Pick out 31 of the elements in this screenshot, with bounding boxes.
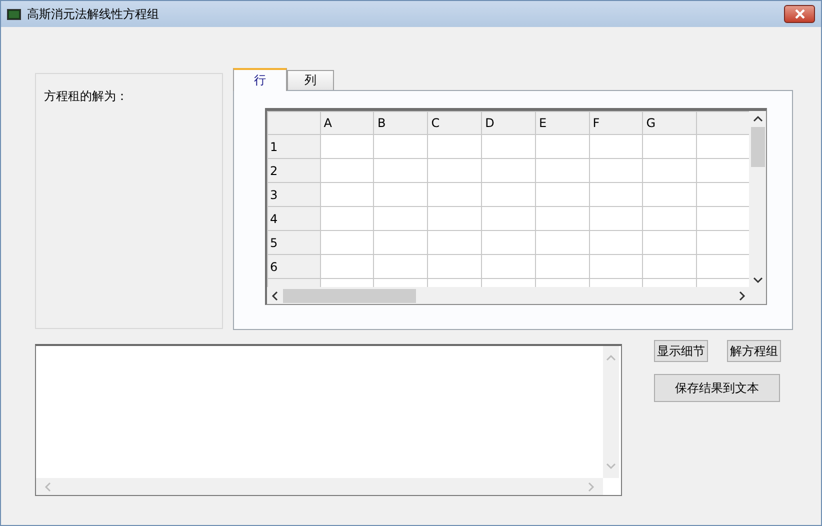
column-header: G [642,112,697,134]
row-header: 5 [268,230,320,254]
close-icon [794,9,806,19]
column-header: A [320,112,374,134]
window-title: 高斯消元法解线性方程组 [27,6,160,22]
data-grid[interactable]: A B C D E F G 1 2 3 4 5 6 [265,108,767,305]
tab[interactable]: 列 [287,70,334,90]
action-button[interactable]: 解方程组 [727,340,781,362]
row-header: 4 [268,206,320,230]
column-header: D [482,112,536,134]
scroll-thumb[interactable] [283,288,416,302]
column-header [696,112,750,134]
row-header: 1 [268,134,320,158]
output-text-area[interactable] [35,344,622,496]
column-header: B [374,112,428,134]
action-button[interactable]: 保存结果到文本 [654,374,780,402]
scroll-thumb[interactable] [750,127,764,167]
row-header: 6 [268,254,320,278]
vertical-scrollbar[interactable] [749,111,766,288]
tab[interactable]: 行 [233,68,287,91]
action-button[interactable]: 显示细节 [654,340,708,362]
column-header: C [428,112,482,134]
column-header: F [589,112,643,134]
row-header: 2 [268,158,320,182]
horizontal-scrollbar[interactable] [267,287,766,304]
row-header: 3 [268,182,320,206]
close-button[interactable] [784,5,815,23]
solution-label: 方程租的解为： [44,89,128,103]
app-icon [7,8,21,20]
header-corner-cell [268,112,320,134]
column-header: E [535,112,590,134]
